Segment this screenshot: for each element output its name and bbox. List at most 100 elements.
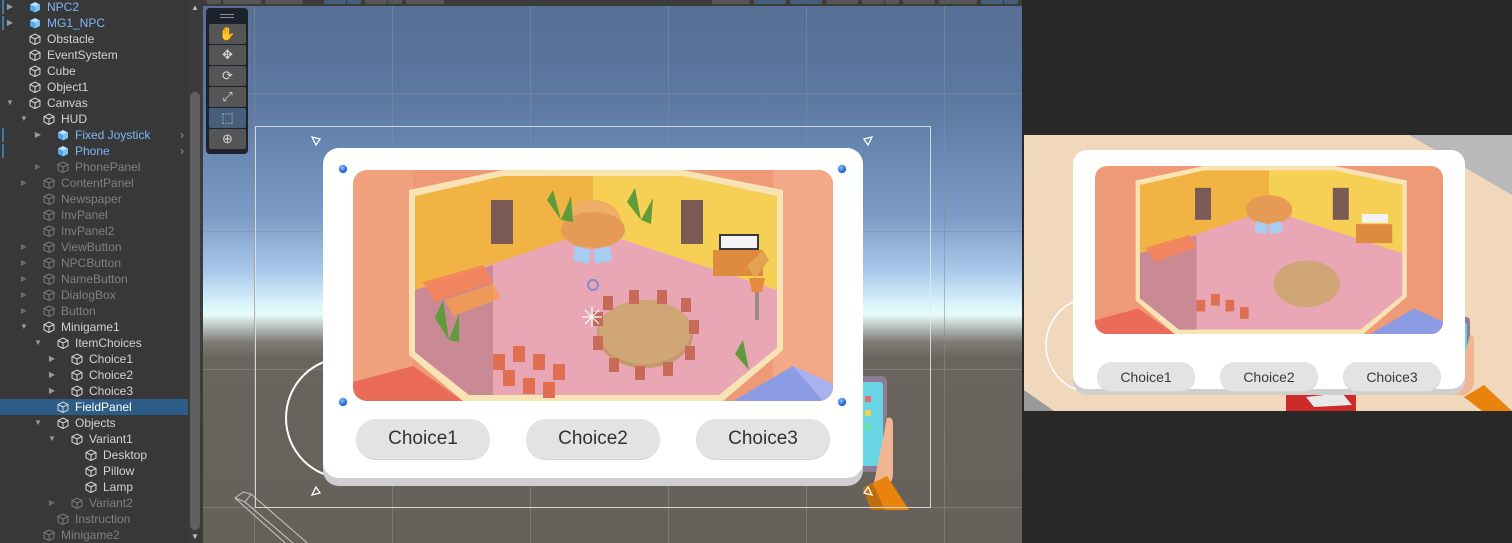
hierarchy-item[interactable]: Obstacle xyxy=(0,31,188,47)
toolbar-button[interactable] xyxy=(1004,0,1018,4)
rect-tool-button[interactable]: ⬚ xyxy=(209,108,246,128)
collapse-arrow-icon[interactable]: ▶ xyxy=(33,159,43,175)
hierarchy-item[interactable]: Cube xyxy=(0,63,188,79)
hierarchy-item[interactable]: Desktop xyxy=(0,447,188,463)
expand-arrow-icon[interactable]: ▼ xyxy=(5,95,15,111)
hierarchy-item[interactable]: Lamp xyxy=(0,479,188,495)
collapse-arrow-icon[interactable]: ▶ xyxy=(19,303,29,319)
move-tool-button[interactable]: ✥ xyxy=(209,45,246,65)
chevron-right-icon[interactable]: › xyxy=(180,127,184,143)
hierarchy-item[interactable]: InvPanel2 xyxy=(0,223,188,239)
hierarchy-item[interactable]: EventSystem xyxy=(0,47,188,63)
hierarchy-item[interactable]: Object1 xyxy=(0,79,188,95)
toolbar-button[interactable] xyxy=(790,0,822,4)
rect-handle-top-left[interactable] xyxy=(338,164,348,174)
expand-arrow-icon[interactable]: ▼ xyxy=(33,415,43,431)
hierarchy-item[interactable]: ▶ NPC2 xyxy=(0,0,188,15)
hierarchy-item[interactable]: ▶ Choice3 xyxy=(0,383,188,399)
collapse-arrow-icon[interactable]: ▶ xyxy=(47,495,57,511)
rect-handle-bottom-right[interactable] xyxy=(837,397,847,407)
hierarchy-item[interactable]: Pillow xyxy=(0,463,188,479)
toolbar-button[interactable] xyxy=(207,0,221,4)
hierarchy-item[interactable]: ▶ Choice2 xyxy=(0,367,188,383)
drag-handle-icon[interactable] xyxy=(220,14,234,18)
hierarchy-item[interactable]: ▼ Objects xyxy=(0,415,188,431)
hierarchy-item[interactable]: ▶ Button xyxy=(0,303,188,319)
anchor-bottom-right-icon[interactable] xyxy=(862,485,874,497)
collapse-arrow-icon[interactable]: ▶ xyxy=(47,351,57,367)
hierarchy-item[interactable]: ▼ Canvas xyxy=(0,95,188,111)
chevron-right-icon[interactable]: › xyxy=(180,143,184,159)
pivot-icon[interactable] xyxy=(580,305,604,329)
toolbar-button[interactable] xyxy=(826,0,858,4)
scroll-up-arrow-icon[interactable]: ▲ xyxy=(191,3,199,12)
hierarchy-item[interactable]: Newspaper xyxy=(0,191,188,207)
rect-handle-top-right[interactable] xyxy=(837,164,847,174)
toolbar-button[interactable] xyxy=(862,0,884,4)
anchor-top-right-icon[interactable] xyxy=(862,135,874,147)
hierarchy-item[interactable]: ▶ MG1_NPC xyxy=(0,15,188,31)
hierarchy-item[interactable]: ▶ NPCButton xyxy=(0,255,188,271)
anchor-top-left-icon[interactable] xyxy=(310,135,322,147)
choice2-button[interactable]: Choice2 xyxy=(526,419,660,459)
toolbar-button[interactable] xyxy=(406,0,444,4)
toolbar-button[interactable] xyxy=(903,0,935,4)
expand-arrow-icon[interactable]: ▼ xyxy=(19,111,29,127)
collapse-arrow-icon[interactable]: ▶ xyxy=(19,287,29,303)
toolbar-button[interactable] xyxy=(223,0,261,4)
collapse-arrow-icon[interactable]: ▶ xyxy=(47,367,57,383)
toolbar-button[interactable] xyxy=(388,0,402,4)
collapse-arrow-icon[interactable]: ▶ xyxy=(33,127,43,143)
hierarchy-scrollbar[interactable]: ▲ ▼ xyxy=(188,0,203,543)
toolbar-button[interactable] xyxy=(981,0,1003,4)
hierarchy-item[interactable]: FieldPanel xyxy=(0,399,188,415)
collapse-arrow-icon[interactable]: ▶ xyxy=(47,383,57,399)
collapse-arrow-icon[interactable]: ▶ xyxy=(19,255,29,271)
collapse-arrow-icon[interactable]: ▶ xyxy=(19,271,29,287)
scale-tool-button[interactable]: ⤢ xyxy=(209,87,246,107)
choice3-button[interactable]: Choice3 xyxy=(696,419,830,459)
rotate-tool-button[interactable]: ⟳ xyxy=(209,66,246,86)
scroll-down-arrow-icon[interactable]: ▼ xyxy=(191,532,199,541)
hierarchy-item[interactable]: ▶ PhonePanel xyxy=(0,159,188,175)
collapse-arrow-icon[interactable]: ▶ xyxy=(5,0,15,15)
game-choice3-button[interactable]: Choice3 xyxy=(1343,362,1441,391)
hierarchy-item[interactable]: ▶ ContentPanel xyxy=(0,175,188,191)
hierarchy-item[interactable]: ▶ Choice1 xyxy=(0,351,188,367)
game-field-panel[interactable]: Choice1 Choice2 Choice3 xyxy=(1073,150,1465,391)
hierarchy-item[interactable]: ▶ ViewButton xyxy=(0,239,188,255)
game-choice2-button[interactable]: Choice2 xyxy=(1220,362,1318,391)
collapse-arrow-icon[interactable]: ▶ xyxy=(19,175,29,191)
rect-handle-bottom-left[interactable] xyxy=(338,397,348,407)
toolbar-button[interactable] xyxy=(347,0,361,4)
scrollbar-thumb[interactable] xyxy=(190,92,200,530)
toolbar-button[interactable] xyxy=(365,0,387,4)
hand-tool-button[interactable]: ✋ xyxy=(209,24,246,44)
toolbar-button[interactable] xyxy=(939,0,977,4)
hierarchy-item[interactable]: InvPanel xyxy=(0,207,188,223)
hierarchy-item[interactable]: ▼ HUD xyxy=(0,111,188,127)
expand-arrow-icon[interactable]: ▼ xyxy=(33,335,43,351)
game-choice1-button[interactable]: Choice1 xyxy=(1097,362,1195,391)
hierarchy-item[interactable]: ▼ ItemChoices xyxy=(0,335,188,351)
collapse-arrow-icon[interactable]: ▶ xyxy=(19,239,29,255)
hierarchy-item[interactable]: Instruction xyxy=(0,511,188,527)
hierarchy-item[interactable]: ▼ Minigame1 xyxy=(0,319,188,335)
hierarchy-item[interactable]: ▶ Variant2 xyxy=(0,495,188,511)
expand-arrow-icon[interactable]: ▼ xyxy=(19,319,29,335)
hierarchy-item[interactable]: Minigame2 xyxy=(0,527,188,543)
toolbar-button[interactable] xyxy=(885,0,899,4)
expand-arrow-icon[interactable]: ▼ xyxy=(47,431,57,447)
collapse-arrow-icon[interactable]: ▶ xyxy=(5,15,15,31)
transform-tool-button[interactable]: ⊕ xyxy=(209,129,246,149)
toolbar-button[interactable] xyxy=(754,0,786,4)
hierarchy-item[interactable]: Phone › xyxy=(0,143,188,159)
hierarchy-item[interactable]: ▶ Fixed Joystick › xyxy=(0,127,188,143)
toolbar-button[interactable] xyxy=(712,0,750,4)
choice1-button[interactable]: Choice1 xyxy=(356,419,490,459)
hierarchy-item[interactable]: ▼ Variant1 xyxy=(0,431,188,447)
toolbar-button[interactable] xyxy=(324,0,346,4)
pivot-ring-icon[interactable] xyxy=(587,279,599,291)
toolbar-button[interactable] xyxy=(265,0,303,4)
hierarchy-item[interactable]: ▶ NameButton xyxy=(0,271,188,287)
